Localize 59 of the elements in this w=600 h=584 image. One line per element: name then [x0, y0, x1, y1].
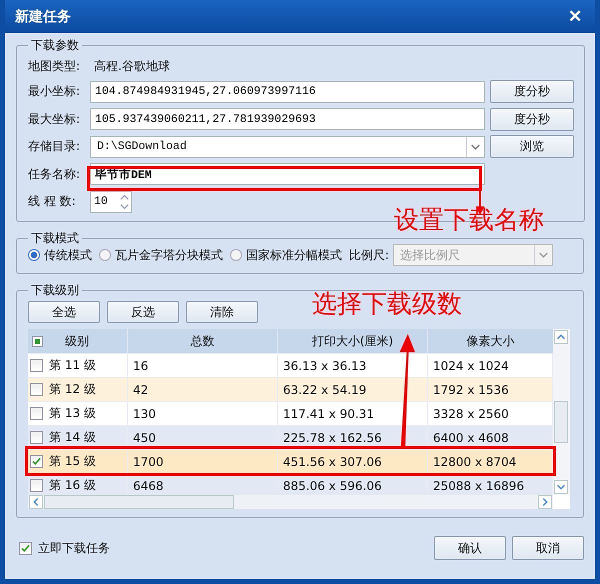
- table-cell: 第 14 级: [49, 429, 96, 446]
- radio-option[interactable]: 传统模式: [28, 246, 92, 264]
- horizontal-scrollbar[interactable]: [28, 495, 553, 509]
- field-label: 存储目录:: [28, 138, 82, 156]
- field-label: 最大坐标:: [28, 110, 82, 128]
- field-label: 地图类型:: [28, 58, 82, 74]
- scroll-thumb[interactable]: [44, 495, 234, 509]
- row-checkbox[interactable]: [30, 407, 43, 420]
- close-button[interactable]: ✕: [557, 4, 593, 30]
- table-cell: 12800 x 8704: [428, 450, 553, 473]
- table-cell: 第 11 级: [49, 357, 96, 374]
- input-field[interactable]: 105.937439060211,27.781939029693: [90, 108, 485, 130]
- field-label: 比例尺:: [349, 246, 390, 264]
- group-title: 下载模式: [30, 230, 80, 247]
- dms-button[interactable]: 度分秒: [490, 108, 574, 131]
- field-label: 任务名称:: [28, 166, 82, 183]
- row-checkbox[interactable]: [30, 359, 43, 372]
- radio-option[interactable]: 瓦片金字塔分块模式: [99, 246, 223, 264]
- check-icon: [20, 542, 31, 554]
- input-field[interactable]: 104.874984931945,27.060973997116: [90, 80, 485, 103]
- map-type-value: 高程.谷歌地球: [94, 58, 170, 74]
- scroll-left-icon[interactable]: [29, 495, 43, 509]
- select-all-checkbox[interactable]: [32, 336, 43, 346]
- table-cell: 第 16 级: [49, 477, 96, 494]
- annotation-text: 设置下载名称: [394, 206, 544, 234]
- group-title: 下载参数: [30, 37, 80, 54]
- row-checkbox[interactable]: [30, 383, 43, 396]
- dms-button[interactable]: 度分秒: [490, 80, 574, 104]
- group-title: 下载级别: [30, 282, 80, 299]
- check-icon: [31, 456, 42, 467]
- scroll-up-icon[interactable]: [554, 330, 568, 344]
- toolbar-button[interactable]: 全选: [28, 301, 100, 323]
- scroll-thumb[interactable]: [554, 401, 568, 443]
- browse-button[interactable]: 浏览: [490, 135, 574, 158]
- scroll-right-icon[interactable]: [538, 495, 552, 509]
- directory-dropdown[interactable]: D:\SGDownload: [90, 136, 485, 158]
- table-cell: 第 15 级: [49, 453, 96, 470]
- toolbar-button[interactable]: 反选: [107, 301, 179, 323]
- scroll-down-icon[interactable]: [554, 480, 568, 494]
- column-header: 级别: [65, 332, 89, 350]
- vertical-scrollbar[interactable]: [553, 329, 570, 495]
- column-header: 像素大小: [466, 332, 516, 350]
- table-cell: 第 13 级: [49, 405, 96, 422]
- window-title: 新建任务: [14, 8, 71, 26]
- toolbar-button[interactable]: 清除: [186, 301, 258, 323]
- radio-option[interactable]: 国家标准分幅模式: [230, 246, 342, 264]
- row-checkbox[interactable]: [30, 431, 43, 444]
- table-cell: 1700: [128, 450, 278, 473]
- table-cell: 第 12 级: [49, 381, 96, 398]
- dialog-button[interactable]: 取消: [512, 536, 584, 560]
- field-label: 最小坐标:: [28, 83, 82, 100]
- field-label: 线 程 数:: [28, 193, 77, 210]
- spinner-field[interactable]: 10: [90, 190, 132, 213]
- row-checkbox[interactable]: [30, 455, 43, 468]
- download-now-checkbox[interactable]: 立即下载任务: [19, 540, 110, 556]
- row-checkbox[interactable]: [30, 479, 43, 492]
- table-cell: 451.56 x 307.06: [278, 450, 428, 473]
- dialog-button[interactable]: 确认: [434, 536, 506, 560]
- annotation-text: 选择下载级数: [312, 290, 462, 318]
